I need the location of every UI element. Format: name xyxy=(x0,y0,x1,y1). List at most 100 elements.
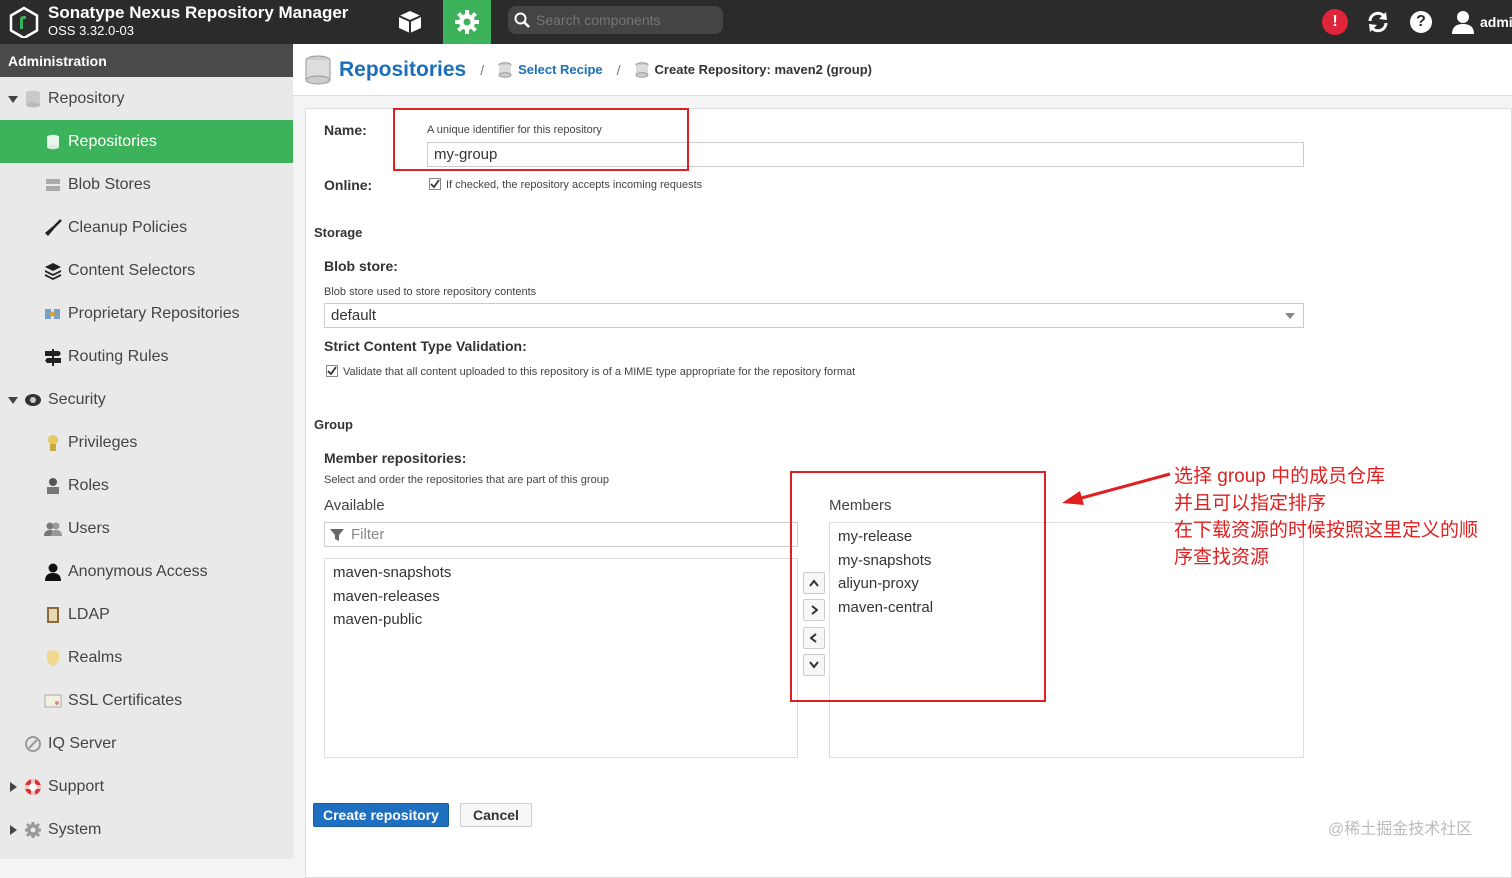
sidebar-item-realms[interactable]: Realms xyxy=(0,636,293,679)
sidebar: Administration Repository Repositories B… xyxy=(0,44,293,859)
brand: Sonatype Nexus Repository Manager OSS 3.… xyxy=(48,3,348,38)
alert-icon[interactable]: ! xyxy=(1322,9,1348,35)
sidebar-item-proprietary-repositories[interactable]: Proprietary Repositories xyxy=(0,292,293,335)
chevron-right-icon xyxy=(811,605,818,615)
gear-icon xyxy=(455,10,479,34)
sidebar-item-label: Roles xyxy=(68,476,109,494)
sidebar-item-blob-stores[interactable]: Blob Stores xyxy=(0,163,293,206)
members-label: Members xyxy=(829,497,892,514)
sidebar-item-roles[interactable]: Roles xyxy=(0,464,293,507)
sidebar-item-ldap[interactable]: LDAP xyxy=(0,593,293,636)
move-down-button[interactable] xyxy=(803,654,825,676)
app-title: Sonatype Nexus Repository Manager xyxy=(48,3,349,22)
sidebar-item-users[interactable]: Users xyxy=(0,507,293,550)
cancel-button[interactable]: Cancel xyxy=(460,803,532,827)
user-icon xyxy=(44,563,62,581)
database-icon xyxy=(498,61,512,78)
sidebar-item-cleanup-policies[interactable]: Cleanup Policies xyxy=(0,206,293,249)
sidebar-item-anonymous-access[interactable]: Anonymous Access xyxy=(0,550,293,593)
breadcrumb-separator: / xyxy=(480,61,485,78)
sidebar-item-label: Users xyxy=(68,519,110,537)
breadcrumb-repositories[interactable]: Repositories xyxy=(339,58,466,82)
admin-button[interactable] xyxy=(443,0,491,44)
app-version: OSS 3.32.0-03 xyxy=(48,23,134,38)
list-item[interactable]: maven-snapshots xyxy=(325,561,797,585)
browse-button[interactable] xyxy=(386,0,434,44)
sidebar-item-label: Routing Rules xyxy=(68,347,169,365)
breadcrumb-select-recipe[interactable]: Select Recipe xyxy=(518,62,603,77)
cube-icon xyxy=(398,11,422,33)
name-label: Name: xyxy=(324,122,367,138)
available-label: Available xyxy=(324,497,385,514)
strict-validation-help: Validate that all content uploaded to th… xyxy=(343,366,856,378)
caret-down-icon[interactable] xyxy=(8,94,18,104)
member-repositories-help: Select and order the repositories that a… xyxy=(324,474,609,486)
list-item[interactable]: maven-central xyxy=(830,596,1303,620)
sidebar-item-system[interactable]: System xyxy=(0,808,293,851)
storage-section-title: Storage xyxy=(314,225,363,240)
name-input[interactable]: my-group xyxy=(427,142,1304,167)
sidebar-item-label: Proprietary Repositories xyxy=(68,304,240,322)
filter-placeholder: Filter xyxy=(351,526,385,543)
add-member-button[interactable] xyxy=(803,599,825,621)
filter-input[interactable]: Filter xyxy=(324,522,798,547)
caret-down-icon[interactable] xyxy=(8,395,18,405)
sidebar-item-label: Security xyxy=(48,390,106,408)
sidebar-item-content-selectors[interactable]: Content Selectors xyxy=(0,249,293,292)
blob-store-help: Blob store used to store repository cont… xyxy=(324,286,537,298)
online-checkbox[interactable] xyxy=(429,178,441,190)
role-icon xyxy=(44,477,62,495)
sidebar-item-repositories[interactable]: Repositories xyxy=(0,120,293,163)
chevron-down-icon xyxy=(809,661,819,669)
search-box[interactable] xyxy=(508,6,723,34)
user-icon[interactable] xyxy=(1452,10,1474,34)
caret-right-icon[interactable] xyxy=(8,781,18,792)
annotation-line: 并且可以指定排序 xyxy=(1174,493,1327,514)
list-item[interactable]: maven-releases xyxy=(325,585,797,609)
search-icon xyxy=(514,12,530,28)
list-item[interactable]: aliyun-proxy xyxy=(830,572,1303,596)
sidebar-item-privileges[interactable]: Privileges xyxy=(0,421,293,464)
sidebar-item-security[interactable]: Security xyxy=(0,378,293,421)
sidebar-item-routing-rules[interactable]: Routing Rules xyxy=(0,335,293,378)
user-name[interactable]: admi xyxy=(1480,14,1512,30)
search-input[interactable] xyxy=(536,12,716,28)
gear-icon xyxy=(24,821,42,839)
sidebar-item-label: Privileges xyxy=(68,433,138,451)
help-icon[interactable]: ? xyxy=(1410,11,1432,33)
remove-member-button[interactable] xyxy=(803,627,825,649)
breadcrumb-current: Create Repository: maven2 (group) xyxy=(654,62,872,77)
iq-server-icon xyxy=(24,735,42,753)
sidebar-item-ssl-certificates[interactable]: SSL Certificates xyxy=(0,679,293,722)
annotation-arrow-icon xyxy=(1062,472,1171,505)
filter-icon xyxy=(330,528,344,541)
caret-right-icon[interactable] xyxy=(8,824,18,835)
breadcrumb-separator: / xyxy=(616,61,621,78)
annotation-line: 在下载资源的时候按照这里定义的顺 xyxy=(1174,520,1479,541)
layers-icon xyxy=(44,262,62,280)
available-list[interactable]: maven-snapshots maven-releases maven-pub… xyxy=(324,558,798,758)
sidebar-item-repository[interactable]: Repository xyxy=(0,77,293,120)
name-help: A unique identifier for this repository xyxy=(427,124,602,136)
annotation-line: 序查找资源 xyxy=(1174,547,1270,568)
blob-store-select[interactable]: default xyxy=(324,303,1304,328)
move-up-button[interactable] xyxy=(803,572,825,594)
watermark: @稀土掘金技术社区 xyxy=(1328,821,1473,838)
create-repository-button[interactable]: Create repository xyxy=(313,803,449,827)
sidebar-item-support[interactable]: Support xyxy=(0,765,293,808)
sidebar-item-label: Blob Stores xyxy=(68,175,151,193)
sidebar-item-label: LDAP xyxy=(68,605,110,623)
main-content: Repositories / Select Recipe / Create Re… xyxy=(293,44,1512,878)
sidebar-item-label: SSL Certificates xyxy=(68,691,183,709)
sidebar-item-iq-server[interactable]: IQ Server xyxy=(0,722,293,765)
refresh-icon[interactable] xyxy=(1366,10,1390,34)
broom-icon xyxy=(44,218,62,237)
nexus-logo-icon[interactable] xyxy=(8,6,40,38)
strict-validation-checkbox[interactable] xyxy=(326,365,338,377)
list-item[interactable]: maven-public xyxy=(325,608,797,632)
member-repositories-label: Member repositories: xyxy=(324,450,467,466)
shield-icon xyxy=(44,649,62,667)
check-icon xyxy=(327,366,337,376)
online-help: If checked, the repository accepts incom… xyxy=(446,179,703,191)
badge-icon xyxy=(44,434,62,452)
